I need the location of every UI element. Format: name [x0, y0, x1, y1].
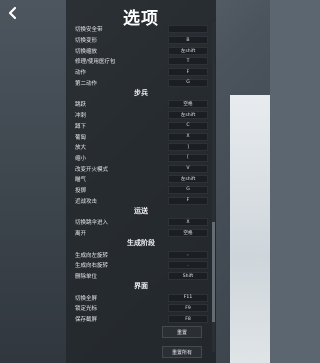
- keybinding-key-button[interactable]: B: [168, 36, 208, 45]
- keybinding-row: 瞄气 左shift: [66, 174, 216, 185]
- scrollbar[interactable]: [212, 22, 215, 352]
- keybinding-row: 近战攻击 F: [66, 195, 216, 206]
- reset-button[interactable]: 重置: [162, 326, 202, 338]
- keybinding-label: 葡匐: [75, 134, 87, 141]
- keybinding-label: 离开: [75, 231, 87, 238]
- keybinding-label: 修理/使用医疗包: [75, 59, 116, 66]
- keybinding-label: 切换全屏: [75, 295, 98, 302]
- keybinding-list: 切换安全带 切换变形 B 切换缩放 左shift 修理/使用医疗包 T 动作 F 第二动作 G 步兵跳…: [66, 24, 216, 325]
- keybinding-key-button[interactable]: 左shift: [168, 46, 208, 55]
- keybinding-key-button[interactable]: ,: [168, 250, 208, 259]
- keybinding-label: 瞄气: [75, 177, 87, 184]
- keybinding-row: 切换变形 B: [66, 35, 216, 46]
- section-header: 运送: [134, 207, 148, 215]
- keybinding-label: 放大: [75, 145, 87, 152]
- keybinding-key-button[interactable]: X: [168, 218, 208, 227]
- keybinding-key-button[interactable]: [168, 25, 208, 34]
- keybinding-row: 冲刺 左shift: [66, 110, 216, 121]
- keybinding-label: 切换缩放: [75, 48, 98, 55]
- keybinding-label: 切换变形: [75, 38, 98, 45]
- keybinding-row: 跳跃 空格: [66, 99, 216, 110]
- keybinding-row: 锁定光标 F9: [66, 303, 216, 314]
- background-right-light: [230, 95, 270, 363]
- keybinding-key-button[interactable]: 左shift: [168, 111, 208, 120]
- keybinding-key-button[interactable]: F: [168, 68, 208, 77]
- section-header: 步兵: [134, 89, 148, 98]
- keybinding-label: 投掷: [75, 187, 87, 194]
- keybinding-row: 动作 F: [66, 67, 216, 78]
- keybinding-key-button[interactable]: .: [168, 261, 208, 270]
- keybinding-label: 切换跳伞进入: [75, 220, 109, 227]
- keybinding-label: 缩小: [75, 155, 87, 162]
- back-arrow-icon: [8, 6, 17, 20]
- keybinding-label: 蹲下: [75, 123, 87, 130]
- keybinding-label: 生成向左旋转: [75, 252, 109, 259]
- keybinding-key-button[interactable]: F9: [168, 304, 208, 313]
- keybinding-key-button[interactable]: F: [168, 196, 208, 205]
- keybinding-label: 生成向右旋转: [75, 263, 109, 270]
- keybinding-key-button[interactable]: 左shift: [168, 175, 208, 184]
- keybinding-label: 切换安全带: [75, 27, 103, 34]
- options-panel: 选项 切换安全带 切换变形 B 切换缩放 左shift 修理/使用医疗包 T 动作 F 第二动作 G…: [66, 0, 216, 363]
- keybinding-row: 切换缩放 左shift: [66, 45, 216, 56]
- keybinding-row: 切换全屏 F11: [66, 292, 216, 303]
- reset-all-button[interactable]: 重置所有: [162, 346, 202, 358]
- keybinding-label: 锁定光标: [75, 306, 98, 313]
- keybinding-key-button[interactable]: 空格: [168, 100, 208, 109]
- keybinding-key-button[interactable]: F11: [168, 293, 208, 302]
- keybinding-row: 修理/使用医疗包 T: [66, 56, 216, 67]
- keybinding-row: 葡匐 X: [66, 131, 216, 142]
- keybinding-row: 保存截屏 F8: [66, 314, 216, 325]
- keybinding-row: 删除单位 Shift: [66, 271, 216, 282]
- keybinding-row: 投掷 G: [66, 185, 216, 196]
- keybinding-key-button[interactable]: [: [168, 153, 208, 162]
- keybinding-label: 保存截屏: [75, 317, 98, 324]
- keybinding-label: 冲刺: [75, 113, 87, 120]
- keybinding-row: 离开 空格: [66, 228, 216, 239]
- keybinding-label: 跳跃: [75, 102, 87, 109]
- keybinding-key-button[interactable]: 空格: [168, 229, 208, 238]
- keybinding-key-button[interactable]: G: [168, 185, 208, 194]
- keybinding-key-button[interactable]: ]: [168, 143, 208, 152]
- keybinding-label: 近战攻击: [75, 198, 98, 205]
- keybinding-row: 生成向右旋转.: [66, 260, 216, 271]
- keybinding-label: 动作: [75, 70, 87, 77]
- keybinding-key-button[interactable]: T: [168, 57, 208, 66]
- keybinding-row: 生成向左旋转,: [66, 249, 216, 260]
- keybinding-row: 蹲下 C: [66, 121, 216, 132]
- section-header: 界面: [134, 282, 148, 291]
- keybinding-row: 改变开火模式 V: [66, 163, 216, 174]
- section-header: 生成阶段: [127, 239, 155, 248]
- keybinding-key-button[interactable]: V: [168, 164, 208, 173]
- keybinding-row: 切换安全带: [66, 24, 216, 35]
- keybinding-row: 缩小 [: [66, 153, 216, 164]
- keybinding-key-button[interactable]: G: [168, 78, 208, 87]
- keybinding-row: 放大]: [66, 142, 216, 153]
- keybinding-key-button[interactable]: Shift: [168, 272, 208, 281]
- keybinding-label: 第二动作: [75, 80, 98, 87]
- scrollbar-thumb[interactable]: [212, 222, 215, 322]
- keybinding-key-button[interactable]: C: [168, 121, 208, 130]
- keybinding-key-button[interactable]: X: [168, 132, 208, 141]
- back-button[interactable]: [4, 4, 22, 22]
- keybinding-row: 切换跳伞进入 X: [66, 217, 216, 228]
- keybinding-key-button[interactable]: F8: [168, 315, 208, 324]
- background-left-shade: [0, 0, 66, 363]
- keybinding-label: 删除单位: [75, 274, 98, 281]
- keybinding-row: 第二动作 G: [66, 77, 216, 88]
- keybinding-label: 改变开火模式: [75, 166, 109, 173]
